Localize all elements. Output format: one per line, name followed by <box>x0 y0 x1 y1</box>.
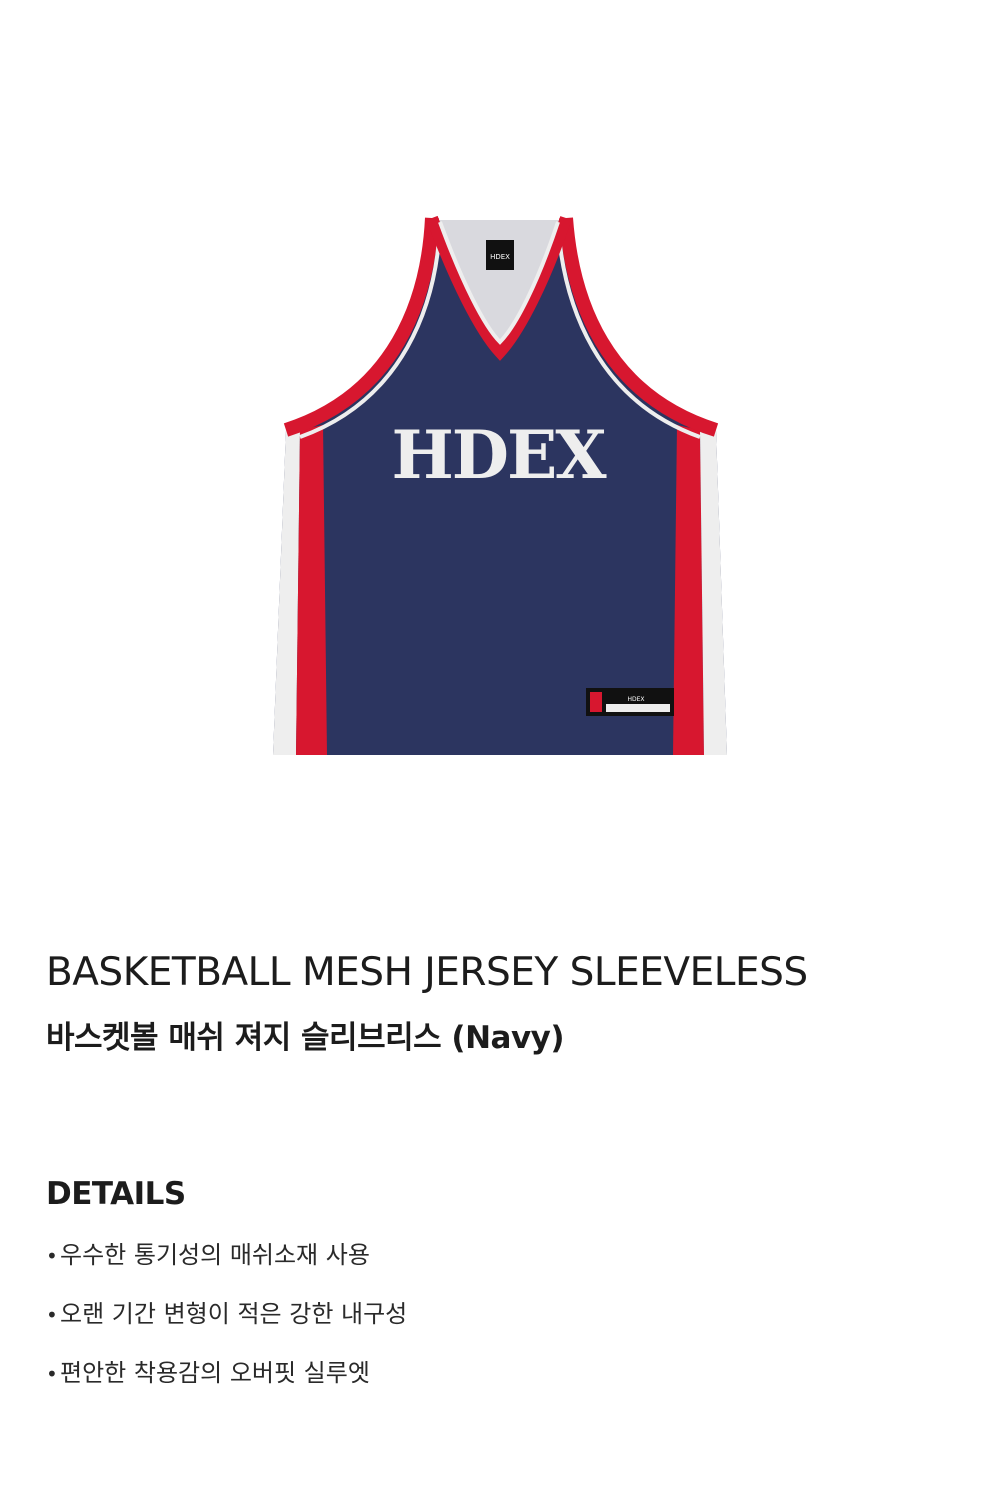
details-item: •우수한 통기성의 매쉬소재 사용 <box>46 1240 407 1270</box>
bullet-icon: • <box>46 1303 58 1327</box>
jersey-chest-logo: HDEX <box>391 416 607 494</box>
left-red-panel <box>296 425 327 755</box>
details-item: •편안한 착용감의 오버핏 실루엣 <box>46 1358 407 1388</box>
neck-tag-text: HDEX <box>490 253 510 261</box>
product-title-english: BASKETBALL MESH JERSEY SLEEVELESS <box>46 950 808 995</box>
left-white-panel <box>273 430 300 755</box>
hem-tag-text: HDEX <box>627 696 644 703</box>
details-item-text: 우수한 통기성의 매쉬소재 사용 <box>60 1241 370 1269</box>
details-list: •우수한 통기성의 매쉬소재 사용 •오랜 기간 변형이 적은 강한 내구성 •… <box>46 1240 407 1417</box>
details-item-text: 편안한 착용감의 오버핏 실루엣 <box>60 1359 370 1387</box>
details-heading: DETAILS <box>46 1176 186 1212</box>
details-item-text: 오랜 기간 변형이 적은 강한 내구성 <box>60 1300 408 1328</box>
right-white-panel <box>700 430 727 755</box>
jersey-product-image: HDEX HDEX HDEX <box>273 215 727 755</box>
details-item: •오랜 기간 변형이 적은 강한 내구성 <box>46 1299 407 1329</box>
right-red-panel <box>673 425 704 755</box>
bullet-icon: • <box>46 1362 58 1386</box>
product-title-korean: 바스켓볼 매쉬 져지 슬리브리스 (Navy) <box>46 1020 565 1056</box>
bullet-icon: • <box>46 1244 58 1268</box>
